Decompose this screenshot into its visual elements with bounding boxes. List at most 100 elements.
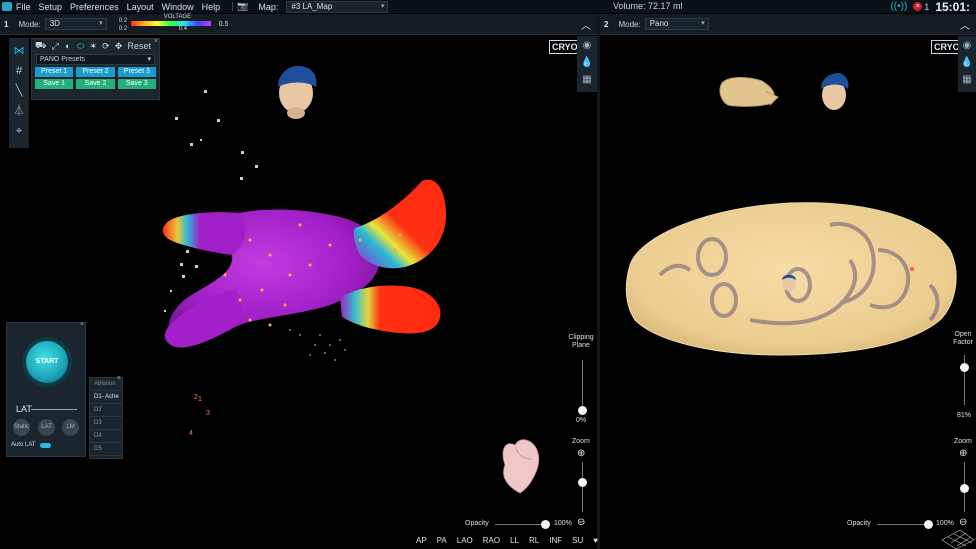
preset-row: Preset 1 Preset 2 Preset 3 — [35, 67, 156, 77]
ablation-item-d5[interactable]: D5 — [90, 443, 122, 456]
menu-preferences[interactable]: Preferences — [70, 2, 119, 12]
opacity-knob-1[interactable] — [541, 520, 550, 529]
viewport-2-mode-select[interactable]: Pano ▾ — [644, 18, 709, 30]
close-icon[interactable]: × — [80, 321, 84, 328]
toggle-icon[interactable]: ⬭ — [77, 41, 85, 52]
voltage-gradient[interactable] — [130, 21, 211, 26]
save-3-button[interactable]: Save 3 — [117, 79, 156, 89]
viewport-1-collapse-icon[interactable]: ︿ — [581, 17, 591, 32]
clipping-plane-track[interactable] — [582, 360, 583, 412]
viewport-1-mode-select[interactable]: 3D ▾ — [44, 18, 107, 30]
save-row: Save 1 Save 2 Save 3 — [35, 79, 156, 89]
drop-icon[interactable]: 💧 — [580, 56, 594, 70]
rotate-icon[interactable]: ⟳ — [102, 41, 110, 52]
pano-mini-head-icon — [782, 274, 796, 291]
camera-icon[interactable]: 📷 — [237, 1, 248, 12]
opacity-track-1[interactable] — [495, 524, 547, 525]
lm-button[interactable]: LM — [62, 419, 79, 436]
split-view-icon[interactable]: ⋈ — [12, 44, 26, 58]
chevron-down-icon: ▾ — [99, 20, 103, 27]
viewport-2-canvas[interactable] — [600, 35, 976, 549]
orientation-torso-icon — [719, 77, 779, 107]
eye-icon[interactable]: ◉ — [960, 39, 974, 53]
alert-count: 1 — [924, 1, 930, 12]
zoom-knob-2[interactable] — [960, 484, 969, 493]
preset-1-button[interactable]: Preset 1 — [35, 67, 74, 77]
auto-lat-label: Auto LAT — [11, 442, 36, 448]
open-factor-knob[interactable] — [960, 363, 969, 372]
start-button[interactable]: START — [26, 341, 68, 383]
menu-layout[interactable]: Layout — [127, 2, 154, 12]
auto-lat-toggle[interactable] — [40, 443, 51, 448]
viewport-1-canvas[interactable]: 2 1 3 4 — [0, 35, 597, 549]
clipping-plane-knob[interactable] — [578, 406, 587, 415]
heart-view-icon[interactable]: ♥ — [593, 536, 598, 545]
reset-button[interactable]: Reset — [127, 41, 151, 51]
orientation-head-icon-2 — [821, 73, 849, 110]
alert-icon[interactable]: × — [913, 2, 923, 11]
view-ap[interactable]: AP — [416, 536, 427, 545]
lat-label: LAT — [16, 404, 32, 414]
grid-icon[interactable]: ▦ — [580, 73, 594, 87]
zoom-in-icon[interactable]: ⊕ — [577, 448, 585, 459]
catheter-tool-icon[interactable]: ╲ — [12, 84, 26, 98]
eye-icon[interactable]: ◉ — [580, 39, 594, 53]
zoom-knob-1[interactable] — [578, 478, 587, 487]
view-rl[interactable]: RL — [529, 536, 539, 545]
contrast-icon[interactable]: ◐ — [64, 41, 72, 51]
viewport-2-collapse-icon[interactable]: ︿ — [960, 17, 970, 32]
opacity-knob-2[interactable] — [924, 520, 933, 529]
view-inf[interactable]: INF — [549, 536, 562, 545]
menu-setup[interactable]: Setup — [39, 2, 63, 12]
move-icon[interactable]: ✥ — [115, 41, 123, 52]
close-icon[interactable]: × — [117, 375, 121, 382]
drop-icon[interactable]: 💧 — [960, 56, 974, 70]
zoom-out-icon[interactable]: ⊖ — [577, 517, 585, 528]
voltage-scale[interactable]: 0.2 VOLTAGE 0.2 0.4 — [119, 14, 211, 34]
grid-icon[interactable]: ▦ — [960, 73, 974, 87]
zoom-in-icon[interactable]: ⊕ — [959, 448, 967, 459]
voltage-high: 0.4 — [178, 26, 188, 32]
preset-2-button[interactable]: Preset 2 — [76, 67, 115, 77]
static-button[interactable]: Static — [13, 419, 30, 436]
target-icon[interactable]: ⌖ — [12, 124, 26, 138]
close-icon[interactable]: × — [154, 38, 158, 45]
view-su[interactable]: SU — [572, 536, 583, 545]
flame-icon[interactable]: ✶ — [89, 41, 97, 52]
bed-view-icon[interactable]: ⛟ — [35, 40, 46, 52]
view-lao[interactable]: LAO — [457, 536, 473, 545]
view-pa[interactable]: PA — [437, 536, 447, 545]
app-logo-icon — [2, 2, 12, 11]
zoom-track-1[interactable] — [582, 462, 583, 512]
viewport-2-right-toolbar: ◉ 💧 ▦ — [958, 36, 976, 92]
preset-3-button[interactable]: Preset 3 — [117, 67, 156, 77]
ablation-item-d3[interactable]: D3 — [90, 417, 122, 430]
expand-icon[interactable]: ⤢ — [51, 41, 59, 52]
ablation-item-d2[interactable]: D2 — [90, 404, 122, 417]
opacity-label-2: Opacity — [847, 520, 871, 527]
view-rao[interactable]: RAO — [483, 536, 500, 545]
clipping-plane-value: 0% — [576, 417, 587, 424]
left-upper-vein — [162, 212, 246, 255]
grid-tool-icon[interactable]: # — [12, 64, 26, 78]
viewport-2-number: 2 — [604, 19, 609, 29]
map-select[interactable]: #3 LA_Map ▾ — [286, 0, 389, 13]
view-ll[interactable]: LL — [510, 536, 519, 545]
chevron-down-icon: ▾ — [701, 20, 705, 27]
lower-points — [289, 329, 346, 361]
save-2-button[interactable]: Save 2 — [76, 79, 115, 89]
lat-mode-button[interactable]: LAT — [38, 419, 55, 436]
level-tool-icon[interactable]: ⏃ — [12, 104, 26, 118]
pano-presets-select[interactable]: PANO Presets ▾ — [36, 54, 155, 65]
opacity-track-2[interactable] — [877, 524, 929, 525]
right-lower-vein — [340, 285, 441, 334]
ablation-item-d4[interactable]: D4 — [90, 430, 122, 443]
menu-window[interactable]: Window — [162, 2, 194, 12]
menu-help[interactable]: Help — [202, 2, 221, 12]
ablation-item-d1[interactable]: D1- Ache — [90, 391, 122, 404]
open-factor-value: 81% — [957, 412, 972, 419]
menu-file[interactable]: File — [16, 2, 31, 12]
zoom-out-icon[interactable]: ⊖ — [959, 517, 967, 528]
clock: 15:01: — [935, 0, 970, 14]
save-1-button[interactable]: Save 1 — [35, 79, 74, 89]
